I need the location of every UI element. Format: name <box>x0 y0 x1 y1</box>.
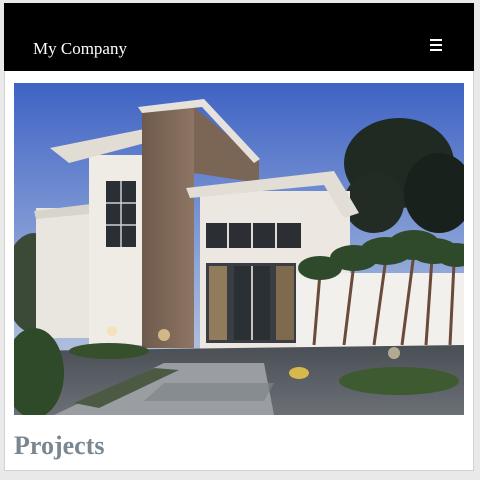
hero-image <box>14 83 464 415</box>
navbar: My Company <box>4 3 474 71</box>
brand-logo-link[interactable]: My Company <box>33 39 127 59</box>
hamburger-menu-icon[interactable] <box>430 37 444 51</box>
section-title: Projects <box>14 431 105 460</box>
